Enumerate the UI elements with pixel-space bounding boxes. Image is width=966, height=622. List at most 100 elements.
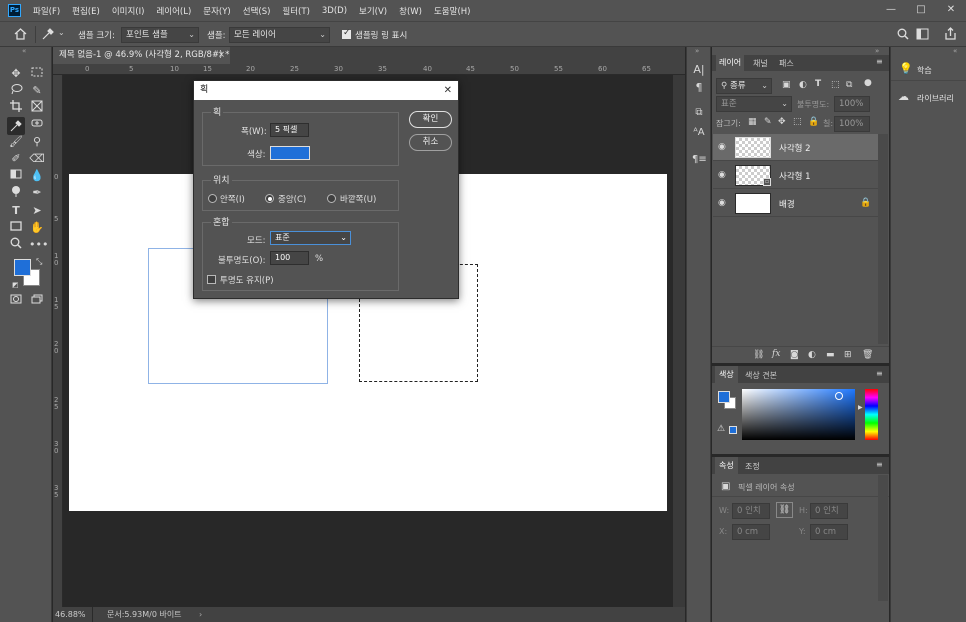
dialog-close-button[interactable]: ✕ bbox=[444, 81, 452, 100]
paragraph-styles-icon[interactable]: ¶≡ bbox=[692, 154, 707, 165]
status-expand-icon[interactable]: › bbox=[199, 607, 202, 622]
sample-size-dropdown[interactable]: 포인트 샘플 ⌄ bbox=[121, 27, 199, 43]
type-tool-icon[interactable]: T bbox=[8, 203, 24, 219]
web-safe-color-swatch[interactable] bbox=[729, 426, 737, 434]
tab-paths[interactable]: 패스 bbox=[779, 58, 794, 69]
tab-adjustments[interactable]: 조정 bbox=[745, 461, 760, 472]
crop-tool-icon[interactable] bbox=[8, 100, 24, 116]
opacity-field[interactable]: 100% bbox=[834, 96, 870, 112]
brush-tool-icon[interactable]: 🖌 bbox=[8, 134, 24, 150]
menu-type[interactable]: 문자(Y) bbox=[203, 5, 230, 17]
panel-menu-icon[interactable]: ≡ bbox=[876, 369, 883, 378]
lock-pixels-icon[interactable]: ✎ bbox=[764, 117, 772, 127]
filter-shape-icon[interactable]: ⬚ bbox=[831, 80, 840, 90]
screen-mode-icon[interactable] bbox=[29, 293, 45, 309]
show-ring-checkbox[interactable]: ✓ bbox=[342, 28, 351, 39]
character-panel-icon[interactable]: A| bbox=[692, 63, 706, 76]
ok-button[interactable]: 확인 bbox=[409, 111, 452, 128]
color-picker-cursor[interactable] bbox=[835, 392, 843, 400]
filter-smart-object-icon[interactable]: ⧉ bbox=[846, 80, 852, 90]
folder-icon[interactable]: ▬ bbox=[826, 350, 835, 360]
more-tools-icon[interactable]: ••• bbox=[29, 237, 48, 253]
swap-colors-icon[interactable]: ⤡ bbox=[36, 257, 42, 267]
tab-properties[interactable]: 속성 bbox=[715, 457, 738, 474]
workspace-icon[interactable] bbox=[916, 28, 929, 40]
foreground-color-swatch[interactable] bbox=[718, 391, 730, 403]
sample-dropdown[interactable]: 모든 레이어 ⌄ bbox=[229, 27, 330, 43]
new-layer-icon[interactable]: ⊞ bbox=[844, 350, 852, 360]
menu-filter[interactable]: 필터(T) bbox=[282, 5, 309, 17]
lock-artboard-icon[interactable]: ⬚ bbox=[793, 117, 802, 127]
zoom-tool-icon[interactable] bbox=[8, 237, 24, 253]
healing-brush-tool-icon[interactable] bbox=[29, 117, 45, 133]
tab-layers[interactable]: 레이어 bbox=[716, 55, 745, 71]
dodge-tool-icon[interactable] bbox=[8, 185, 24, 201]
rectangle-tool-icon[interactable] bbox=[8, 220, 24, 236]
color-field[interactable] bbox=[742, 389, 855, 440]
visibility-eye-icon[interactable]: ◉ bbox=[718, 170, 726, 180]
character-styles-icon[interactable]: ᴬA bbox=[692, 127, 706, 138]
eraser-tool-icon[interactable]: ⌫ bbox=[29, 151, 45, 167]
menu-layer[interactable]: 레이어(L) bbox=[156, 5, 191, 17]
quick-mask-icon[interactable] bbox=[8, 293, 24, 309]
filter-adjustment-icon[interactable]: ◐ bbox=[799, 80, 807, 90]
quick-selection-tool-icon[interactable]: ✎ bbox=[29, 83, 45, 99]
preserve-transparency-checkbox[interactable] bbox=[207, 275, 216, 284]
home-icon[interactable] bbox=[14, 28, 27, 40]
search-icon[interactable] bbox=[897, 28, 909, 40]
layer-row-background[interactable]: ◉ 배경 🔒 bbox=[713, 190, 878, 217]
lock-position-icon[interactable]: ✥ bbox=[778, 117, 786, 127]
default-colors-icon[interactable]: ◩ bbox=[12, 281, 19, 289]
history-brush-tool-icon[interactable]: ✐ bbox=[8, 151, 24, 167]
layers-scrollbar[interactable] bbox=[878, 134, 888, 344]
menu-window[interactable]: 창(W) bbox=[399, 5, 422, 17]
stroke-color-swatch[interactable] bbox=[270, 146, 310, 160]
filter-toggle-icon[interactable]: ● bbox=[864, 78, 872, 88]
lock-all-icon[interactable]: 🔒 bbox=[808, 117, 819, 127]
zoom-level[interactable]: 46.88% bbox=[53, 607, 93, 622]
layer-row-rectangle-2[interactable]: ◉ 사각형 2 bbox=[713, 134, 878, 161]
link-icon[interactable]: ⛓ bbox=[753, 350, 764, 360]
lock-transparent-icon[interactable]: ▦ bbox=[748, 117, 757, 127]
x-field[interactable]: 0 cm bbox=[732, 524, 770, 540]
layer-row-rectangle-1[interactable]: ◉ ▫ 사각형 1 bbox=[713, 162, 878, 189]
mask-icon[interactable]: ◙ bbox=[790, 350, 799, 360]
stroke-width-field[interactable]: 5 픽셀 bbox=[270, 123, 309, 137]
inside-radio[interactable] bbox=[208, 194, 217, 203]
adjustment-icon[interactable]: ◐ bbox=[808, 350, 816, 360]
marquee-tool-icon[interactable] bbox=[29, 66, 45, 82]
y-field[interactable]: 0 cm bbox=[810, 524, 848, 540]
menu-view[interactable]: 보기(V) bbox=[359, 5, 387, 17]
gradient-tool-icon[interactable] bbox=[8, 168, 24, 184]
properties-scrollbar[interactable] bbox=[878, 475, 888, 601]
minimize-button[interactable]: — bbox=[876, 0, 906, 21]
fill-field[interactable]: 100% bbox=[834, 116, 870, 132]
tool-preset-chevron-icon[interactable]: ⌄ bbox=[58, 28, 65, 37]
eyedropper-icon[interactable] bbox=[41, 27, 55, 41]
maximize-button[interactable]: □ bbox=[906, 0, 936, 21]
close-window-button[interactable]: ✕ bbox=[936, 0, 966, 21]
warning-icon[interactable]: ⚠ bbox=[717, 424, 725, 434]
learn-item[interactable]: 💡 학습 bbox=[891, 57, 966, 81]
pen-tool-icon[interactable]: ✒ bbox=[29, 185, 45, 201]
opacity-field[interactable]: 100 bbox=[270, 251, 309, 265]
visibility-eye-icon[interactable]: ◉ bbox=[718, 142, 726, 152]
link-dimensions-icon[interactable]: ⛓ bbox=[776, 502, 793, 518]
height-field[interactable]: 0 인치 bbox=[810, 503, 848, 519]
foreground-color-swatch[interactable] bbox=[14, 259, 31, 276]
glyphs-panel-icon[interactable]: ⧉ bbox=[692, 107, 706, 118]
eyedropper-tool-icon[interactable] bbox=[7, 117, 25, 135]
frame-tool-icon[interactable] bbox=[29, 100, 45, 116]
width-field[interactable]: 0 인치 bbox=[732, 503, 770, 519]
tab-channels[interactable]: 채널 bbox=[753, 58, 768, 69]
tab-swatches[interactable]: 색상 견본 bbox=[745, 370, 777, 381]
center-radio[interactable] bbox=[265, 194, 274, 203]
menu-3d[interactable]: 3D(D) bbox=[322, 6, 347, 16]
move-tool-icon[interactable]: ✥ bbox=[8, 66, 24, 82]
outside-radio[interactable] bbox=[327, 194, 336, 203]
fx-icon[interactable]: fx bbox=[772, 349, 780, 359]
visibility-eye-icon[interactable]: ◉ bbox=[718, 198, 726, 208]
paragraph-panel-icon[interactable]: ¶ bbox=[692, 81, 706, 94]
filter-pixel-icon[interactable]: ▣ bbox=[782, 80, 791, 90]
layer-kind-filter[interactable]: ⚲ 종류 ⌄ bbox=[716, 78, 772, 94]
